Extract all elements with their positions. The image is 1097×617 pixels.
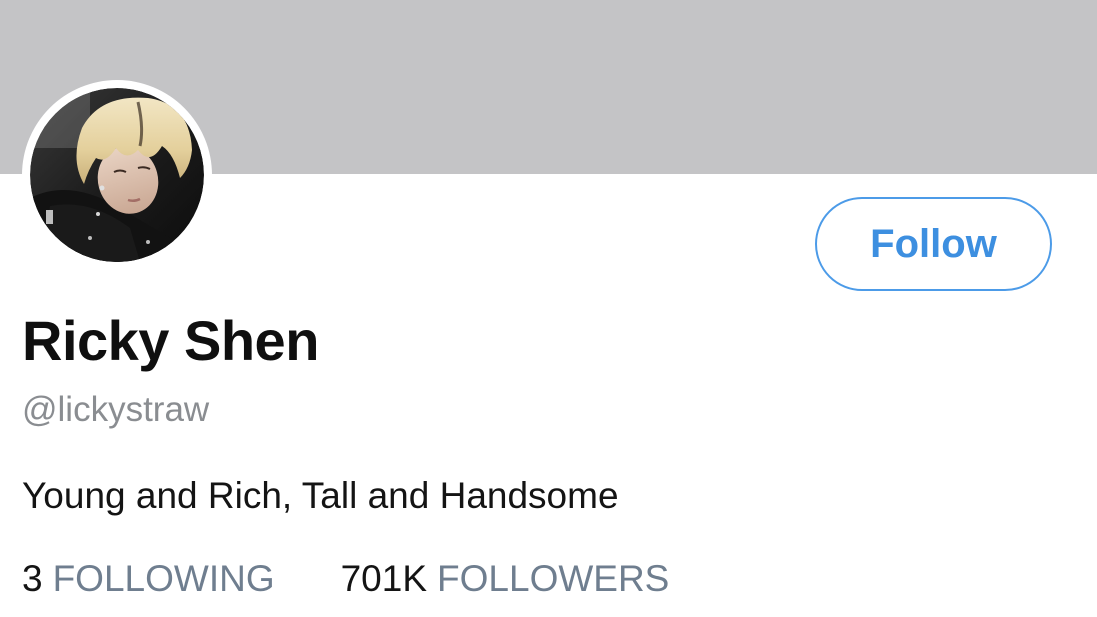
- profile-page: Follow Ricky Shen @lickystraw Young and …: [0, 0, 1097, 617]
- followers-count: 701K: [340, 558, 428, 599]
- following-label: FOLLOWING: [52, 558, 275, 599]
- avatar[interactable]: [30, 88, 204, 262]
- avatar-frame[interactable]: [22, 80, 212, 270]
- followers-label: FOLLOWERS: [437, 558, 670, 599]
- profile-bio: Young and Rich, Tall and Handsome: [22, 475, 619, 516]
- profile-handle: @lickystraw: [22, 390, 210, 429]
- following-count: 3: [22, 558, 43, 599]
- following-stat[interactable]: 3 FOLLOWING: [22, 558, 275, 600]
- follow-button[interactable]: Follow: [815, 197, 1052, 291]
- followers-stat[interactable]: 701K FOLLOWERS: [341, 558, 670, 600]
- profile-name: Ricky Shen: [22, 309, 319, 372]
- profile-stats: 3 FOLLOWING 701K FOLLOWERS: [22, 558, 669, 600]
